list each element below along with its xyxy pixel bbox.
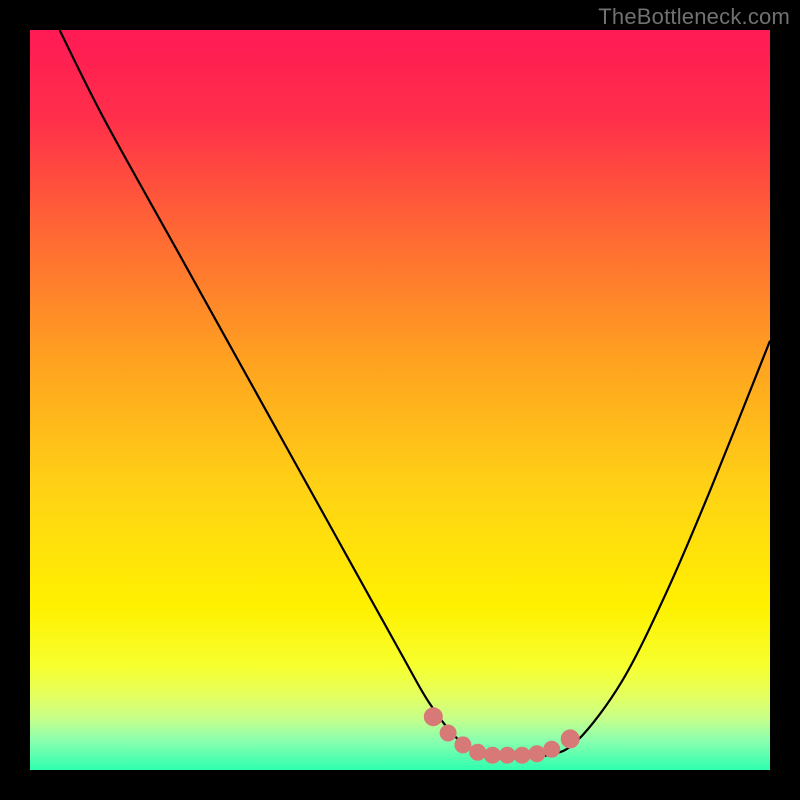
optimal-marker xyxy=(470,744,486,760)
attribution-text: TheBottleneck.com xyxy=(598,4,790,30)
gradient-background xyxy=(30,30,770,770)
plot-area xyxy=(30,30,770,770)
optimal-marker xyxy=(499,747,515,763)
optimal-marker xyxy=(485,747,501,763)
chart-frame: TheBottleneck.com xyxy=(0,0,800,800)
optimal-marker xyxy=(424,708,442,726)
optimal-marker xyxy=(529,746,545,762)
optimal-marker xyxy=(455,737,471,753)
optimal-marker xyxy=(544,741,560,757)
optimal-marker xyxy=(440,725,456,741)
optimal-marker xyxy=(514,747,530,763)
chart-svg xyxy=(30,30,770,770)
optimal-marker xyxy=(561,730,579,748)
